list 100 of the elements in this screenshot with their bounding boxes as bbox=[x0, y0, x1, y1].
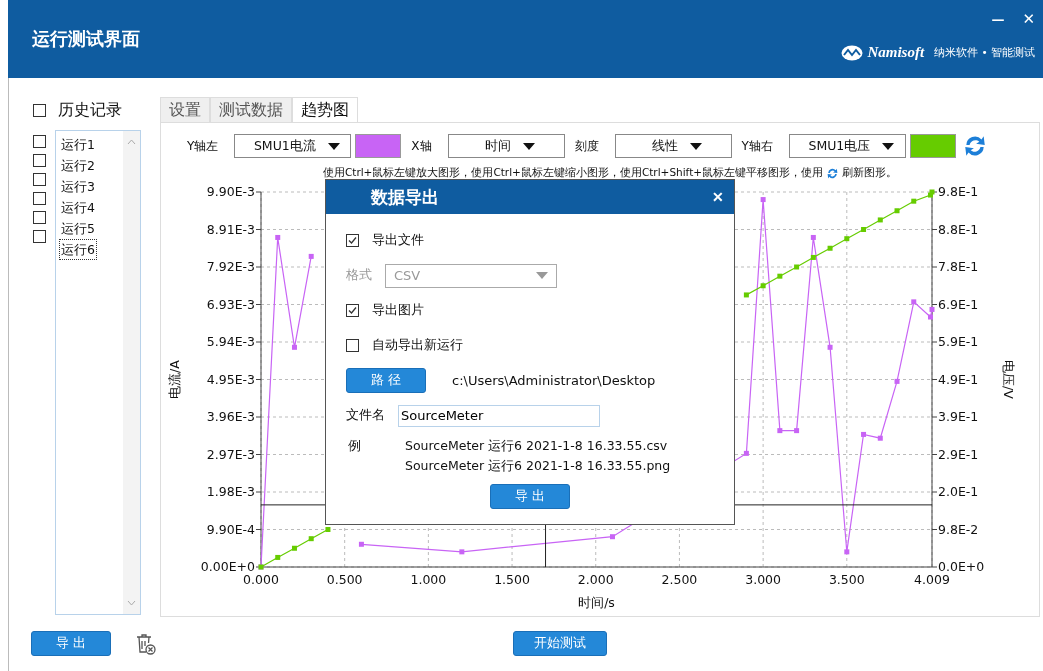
export-button[interactable]: 导 出 bbox=[31, 631, 111, 656]
run-item[interactable]: 运行1 bbox=[59, 134, 97, 155]
close-button[interactable]: ✕ bbox=[712, 189, 724, 205]
tick-label: 9.90E-3 bbox=[206, 184, 255, 199]
caret-icon bbox=[690, 142, 703, 150]
close-button[interactable]: ✕ bbox=[1018, 10, 1039, 28]
checkbox[interactable] bbox=[33, 230, 46, 243]
tick-label: 1.98E-3 bbox=[206, 484, 255, 499]
tick-label: 0.0E+0 bbox=[938, 559, 985, 574]
tick-label: 1.500 bbox=[494, 572, 530, 587]
field-label: 文件名 bbox=[346, 407, 385, 424]
hint-text: 使用Ctrl+鼠标左键放大图形，使用Ctrl+鼠标左键缩小图形，使用Ctrl+Shift+鼠标左键平移图形，使用 bbox=[322, 166, 824, 180]
run-item[interactable]: 运行4 bbox=[59, 197, 97, 218]
checkbox[interactable] bbox=[346, 234, 359, 247]
data-point bbox=[928, 314, 933, 320]
minimize-button[interactable]: — bbox=[987, 10, 1009, 28]
refresh-icon[interactable] bbox=[826, 166, 840, 180]
tick-label: 3.500 bbox=[828, 572, 865, 587]
scrollbar[interactable] bbox=[123, 131, 140, 614]
data-point bbox=[610, 534, 615, 540]
data-point bbox=[810, 254, 816, 260]
tick-label: 0.000 bbox=[243, 572, 279, 587]
tick-label: 2.500 bbox=[661, 572, 698, 587]
data-point bbox=[760, 197, 766, 203]
scroll-down-icon bbox=[127, 600, 136, 606]
run-item[interactable]: 运行6 bbox=[59, 239, 97, 260]
tick-label: 5.94E-3 bbox=[206, 334, 255, 349]
tick-label: 7.8E-1 bbox=[938, 259, 979, 274]
tick-label: 9.90E-4 bbox=[206, 521, 255, 537]
tick-label: 3.9E-1 bbox=[938, 409, 979, 424]
color-swatch[interactable] bbox=[355, 134, 402, 158]
tick-label: 8.91E-3 bbox=[206, 221, 255, 237]
data-point bbox=[827, 245, 833, 251]
checkbox[interactable] bbox=[346, 339, 359, 352]
tab[interactable]: 测试数据 bbox=[210, 97, 292, 122]
tick-label: 2.000 bbox=[577, 572, 614, 587]
checkbox[interactable] bbox=[33, 135, 46, 148]
tick-label: 3.000 bbox=[745, 572, 781, 587]
tick-label: 4.9E-1 bbox=[938, 371, 979, 387]
tick-label: 0.500 bbox=[326, 572, 363, 587]
data-point bbox=[777, 273, 783, 279]
caret-icon bbox=[523, 142, 536, 150]
tab[interactable]: 趋势图 bbox=[292, 97, 358, 122]
checkbox[interactable] bbox=[33, 192, 46, 205]
tick-label: 0.00E+0 bbox=[200, 559, 255, 574]
dropdown[interactable]: 线性 bbox=[614, 134, 732, 158]
example-filename: SourceMeter 运行6 2021-1-8 16.33.55.csv bbox=[405, 438, 669, 455]
run-item[interactable]: 运行5 bbox=[59, 218, 97, 239]
export-button[interactable]: 导 出 bbox=[490, 484, 570, 509]
field-label: Y轴左 bbox=[186, 137, 220, 155]
color-swatch[interactable] bbox=[909, 134, 956, 158]
tab[interactable]: 设置 bbox=[160, 97, 210, 122]
tick-label: 9.8E-2 bbox=[938, 521, 979, 537]
data-point bbox=[743, 450, 749, 456]
checkbox[interactable] bbox=[346, 304, 359, 317]
data-point bbox=[929, 306, 935, 312]
data-point bbox=[308, 253, 314, 259]
tick-label: 1.000 bbox=[410, 572, 447, 587]
data-point bbox=[777, 428, 783, 434]
path-button[interactable]: 路 径 bbox=[346, 368, 426, 393]
data-point bbox=[275, 554, 281, 560]
data-point bbox=[877, 217, 883, 223]
dropdown[interactable]: 时间 bbox=[447, 134, 565, 158]
checkbox[interactable] bbox=[33, 173, 46, 186]
hint-text: 刷新图形。 bbox=[842, 166, 898, 180]
tick-label: 5.9E-1 bbox=[938, 334, 979, 349]
run-item[interactable]: 运行2 bbox=[59, 155, 97, 176]
tick-label: 6.9E-1 bbox=[938, 296, 979, 312]
caret-icon bbox=[882, 142, 895, 150]
tick-label: 6.93E-3 bbox=[206, 296, 255, 312]
example-filename: SourceMeter 运行6 2021-1-8 16.33.55.png bbox=[405, 458, 671, 475]
filename-field[interactable]: SourceMeter bbox=[398, 404, 600, 427]
checkbox[interactable] bbox=[33, 211, 46, 224]
checkbox-label: 导出图片 bbox=[372, 302, 424, 319]
tick-label: 2.97E-3 bbox=[206, 446, 255, 462]
field-label: 格式 bbox=[346, 267, 372, 284]
data-point bbox=[743, 292, 749, 298]
data-point bbox=[861, 227, 867, 232]
tick-label: 8.8E-1 bbox=[938, 221, 979, 237]
checkbox[interactable] bbox=[33, 154, 46, 167]
data-point bbox=[325, 527, 331, 532]
scroll-up-icon bbox=[127, 139, 136, 145]
data-point bbox=[877, 435, 883, 441]
checkbox-label: 导出文件 bbox=[372, 232, 424, 249]
data-point bbox=[292, 545, 297, 551]
data-point bbox=[308, 536, 314, 542]
checkbox-label: 自动导出新运行 bbox=[372, 337, 463, 354]
dropdown[interactable]: SMU1电流 bbox=[234, 134, 352, 158]
field-label: Y轴右 bbox=[740, 137, 774, 155]
tagline: 纳米软件 • 智能测试 bbox=[934, 45, 1035, 60]
run-item[interactable]: 运行3 bbox=[59, 176, 97, 197]
path-text: c:\Users\Administrator\Desktop bbox=[452, 373, 656, 388]
dialog-title: 数据导出 bbox=[371, 185, 439, 209]
data-point bbox=[894, 208, 900, 214]
dropdown[interactable]: SMU1电压 bbox=[788, 134, 906, 158]
axis-title: 电压/V bbox=[1001, 360, 1016, 399]
checkbox[interactable] bbox=[33, 103, 46, 117]
data-point bbox=[844, 549, 850, 555]
data-point bbox=[861, 431, 867, 437]
start-test-button[interactable]: 开始测试 bbox=[513, 631, 607, 656]
